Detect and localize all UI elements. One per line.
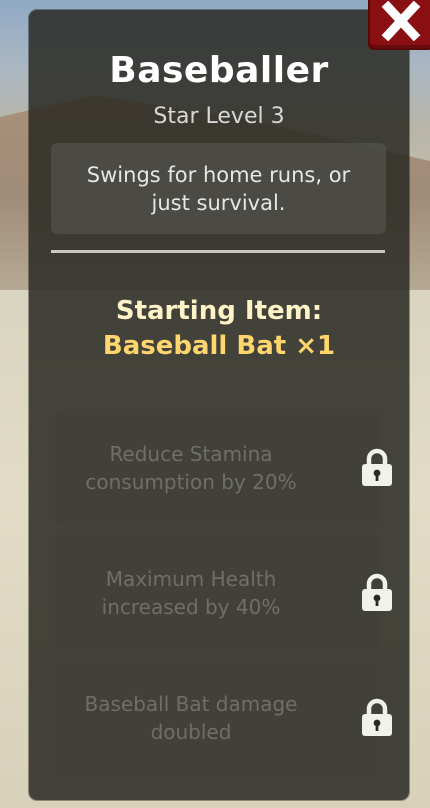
- perk-text: Maximum Health increased by 40%: [101, 567, 281, 619]
- description-box: Swings for home runs, or just survival.: [51, 143, 386, 234]
- close-button[interactable]: [368, 0, 430, 50]
- lock-icon: [362, 573, 392, 611]
- perk-2: Maximum Health increased by 40%: [55, 535, 392, 651]
- lock-icon: [362, 698, 392, 736]
- starting-item-label: Starting Item:: [115, 296, 323, 326]
- star-level: Star Level 3: [153, 104, 285, 129]
- perk-text: Baseball Bat damage doubled: [84, 692, 298, 744]
- character-info-panel: Baseballer Star Level 3 Swings for home …: [29, 10, 409, 800]
- perk-1: Reduce Stamina consumption by 20%: [55, 410, 392, 526]
- character-description: Swings for home runs, or just survival.: [86, 162, 351, 215]
- perk-3: Baseball Bat damage doubled: [55, 660, 392, 776]
- starting-item-value: Baseball Bat ×1: [102, 331, 336, 361]
- perk-text: Reduce Stamina consumption by 20%: [85, 442, 297, 494]
- close-icon: [381, 1, 421, 41]
- character-name: Baseballer: [109, 50, 329, 91]
- lock-icon: [362, 448, 392, 486]
- divider: [51, 250, 385, 253]
